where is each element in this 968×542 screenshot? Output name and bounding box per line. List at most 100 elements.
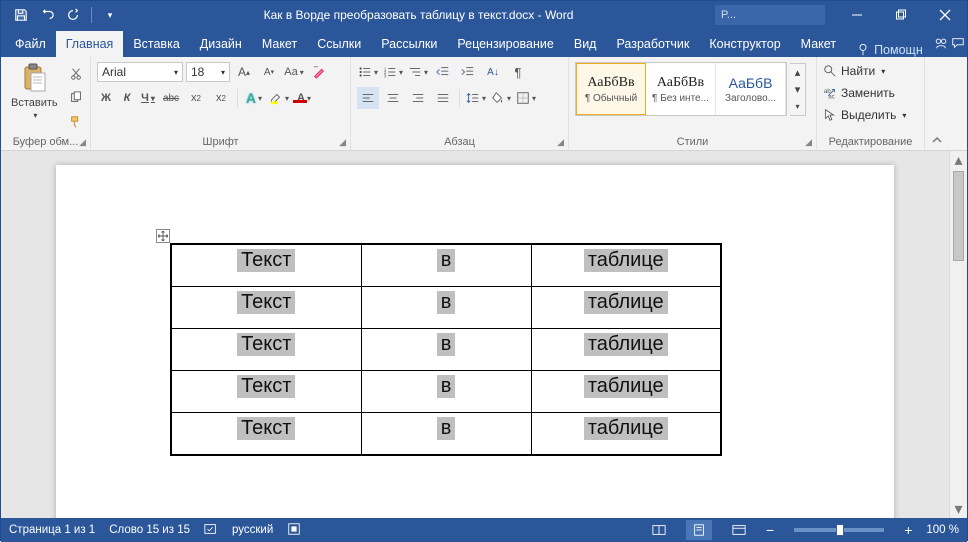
cell-text[interactable]: Текст xyxy=(237,291,295,314)
styles-gallery[interactable]: АаБбВв ¶ Обычный АаБбВв ¶ Без инте... Аа… xyxy=(575,62,787,116)
table-row[interactable]: Текст в таблице xyxy=(171,371,721,413)
scroll-down-button[interactable]: ▾ xyxy=(950,500,967,518)
zoom-slider[interactable] xyxy=(794,528,884,532)
sort-button[interactable]: A↓ xyxy=(482,61,504,83)
zoom-out-button[interactable]: − xyxy=(766,522,774,538)
page-container[interactable]: Текст в таблице Текст в таблице Текст в … xyxy=(1,151,949,518)
styles-gallery-more[interactable]: ▴ ▾ ▾ xyxy=(790,63,806,116)
bullets-button[interactable]: ▾ xyxy=(357,61,379,83)
borders-button[interactable]: ▾ xyxy=(515,87,537,109)
close-button[interactable] xyxy=(923,1,967,29)
style-no-spacing[interactable]: АаБбВв ¶ Без инте... xyxy=(646,63,716,115)
view-print-layout[interactable] xyxy=(686,520,712,540)
align-right-button[interactable] xyxy=(407,87,429,109)
superscript-button[interactable]: x2 xyxy=(210,87,232,109)
justify-button[interactable] xyxy=(432,87,454,109)
table-row[interactable]: Текст в таблице xyxy=(171,329,721,371)
decrease-indent-button[interactable] xyxy=(432,61,454,83)
tab-developer[interactable]: Разработчик xyxy=(606,31,699,57)
increase-indent-button[interactable] xyxy=(457,61,479,83)
cut-button[interactable] xyxy=(65,63,87,85)
tab-table-layout[interactable]: Макет xyxy=(791,31,846,57)
show-marks-button[interactable]: ¶ xyxy=(507,61,529,83)
cell-text[interactable]: таблице xyxy=(584,375,668,398)
dialog-launcher-icon[interactable]: ◢ xyxy=(557,137,564,148)
cell-text[interactable]: таблице xyxy=(584,333,668,356)
status-language[interactable]: русский xyxy=(232,524,273,536)
highlight-button[interactable]: ▾ xyxy=(268,87,290,109)
zoom-in-button[interactable]: + xyxy=(904,522,912,538)
dialog-launcher-icon[interactable]: ◢ xyxy=(339,137,346,148)
document-table[interactable]: Текст в таблице Текст в таблице Текст в … xyxy=(170,243,722,456)
collapse-ribbon-button[interactable] xyxy=(925,57,949,150)
scroll-down-icon[interactable]: ▾ xyxy=(790,81,805,98)
minimize-button[interactable] xyxy=(835,1,879,29)
page[interactable]: Текст в таблице Текст в таблице Текст в … xyxy=(56,165,894,518)
tab-design[interactable]: Дизайн xyxy=(190,31,252,57)
save-button[interactable] xyxy=(9,3,33,27)
numbering-button[interactable]: 123▾ xyxy=(382,61,404,83)
grow-font-button[interactable]: A▴ xyxy=(233,61,255,83)
view-read-mode[interactable] xyxy=(646,520,672,540)
scroll-track[interactable] xyxy=(950,169,967,500)
format-painter-button[interactable] xyxy=(65,111,87,133)
table-row[interactable]: Текст в таблице xyxy=(171,244,721,287)
align-center-button[interactable] xyxy=(382,87,404,109)
status-macros[interactable] xyxy=(287,522,301,539)
cell-text[interactable]: таблице xyxy=(584,249,668,272)
font-size-combo[interactable]: 18▾ xyxy=(186,62,230,82)
tab-review[interactable]: Рецензирование xyxy=(447,31,564,57)
strikethrough-button[interactable]: abc xyxy=(160,87,182,109)
find-button[interactable]: Найти▾ xyxy=(823,61,918,81)
table-row[interactable]: Текст в таблице xyxy=(171,287,721,329)
cell-text[interactable]: в xyxy=(437,333,456,356)
cell-text[interactable]: Текст xyxy=(237,417,295,440)
scroll-up-button[interactable]: ▴ xyxy=(950,151,967,169)
qat-customize-button[interactable]: ▾ xyxy=(98,3,122,27)
cell-text[interactable]: в xyxy=(437,291,456,314)
paste-button[interactable]: Вставить ▾ xyxy=(7,61,62,122)
line-spacing-button[interactable]: ▾ xyxy=(465,87,487,109)
view-web-layout[interactable] xyxy=(726,520,752,540)
align-left-button[interactable] xyxy=(357,87,379,109)
tab-home[interactable]: Главная xyxy=(56,31,124,57)
expand-gallery-icon[interactable]: ▾ xyxy=(790,98,805,115)
restore-button[interactable] xyxy=(879,1,923,29)
tab-layout[interactable]: Макет xyxy=(252,31,307,57)
status-page[interactable]: Страница 1 из 1 xyxy=(9,524,95,536)
scroll-thumb[interactable] xyxy=(953,171,964,261)
scroll-up-icon[interactable]: ▴ xyxy=(790,64,805,81)
clear-formatting-button[interactable] xyxy=(308,61,330,83)
text-effects-button[interactable]: A▾ xyxy=(243,87,265,109)
change-case-button[interactable]: Aa▾ xyxy=(283,61,305,83)
style-heading1[interactable]: АаБбВ Заголово... xyxy=(716,63,786,115)
bold-button[interactable]: Ж xyxy=(97,87,115,109)
undo-button[interactable] xyxy=(35,3,59,27)
comments-button[interactable] xyxy=(950,29,967,57)
font-color-button[interactable]: A▾ xyxy=(293,87,315,109)
tab-insert[interactable]: Вставка xyxy=(123,31,189,57)
redo-button[interactable] xyxy=(61,3,85,27)
table-row[interactable]: Текст в таблице xyxy=(171,413,721,456)
cell-text[interactable]: таблице xyxy=(584,417,668,440)
shading-button[interactable]: ▾ xyxy=(490,87,512,109)
font-name-combo[interactable]: Arial▾ xyxy=(97,62,183,82)
table-move-handle[interactable] xyxy=(156,229,170,243)
cell-text[interactable]: в xyxy=(437,375,456,398)
underline-button[interactable]: Ч▾ xyxy=(139,87,157,109)
user-badge[interactable]: P... xyxy=(715,5,825,25)
cell-text[interactable]: Текст xyxy=(237,249,295,272)
style-normal[interactable]: АаБбВв ¶ Обычный xyxy=(576,63,646,115)
replace-button[interactable]: abac Заменить xyxy=(823,83,918,103)
dialog-launcher-icon[interactable]: ◢ xyxy=(805,137,812,148)
select-button[interactable]: Выделить▾ xyxy=(823,105,918,125)
cell-text[interactable]: таблице xyxy=(584,291,668,314)
status-spellcheck[interactable] xyxy=(204,522,218,539)
multilevel-list-button[interactable]: ▾ xyxy=(407,61,429,83)
status-words[interactable]: Слово 15 из 15 xyxy=(109,524,190,536)
subscript-button[interactable]: x2 xyxy=(185,87,207,109)
cell-text[interactable]: Текст xyxy=(237,375,295,398)
tab-file[interactable]: Файл xyxy=(5,31,56,57)
cell-text[interactable]: в xyxy=(437,249,456,272)
cell-text[interactable]: Текст xyxy=(237,333,295,356)
